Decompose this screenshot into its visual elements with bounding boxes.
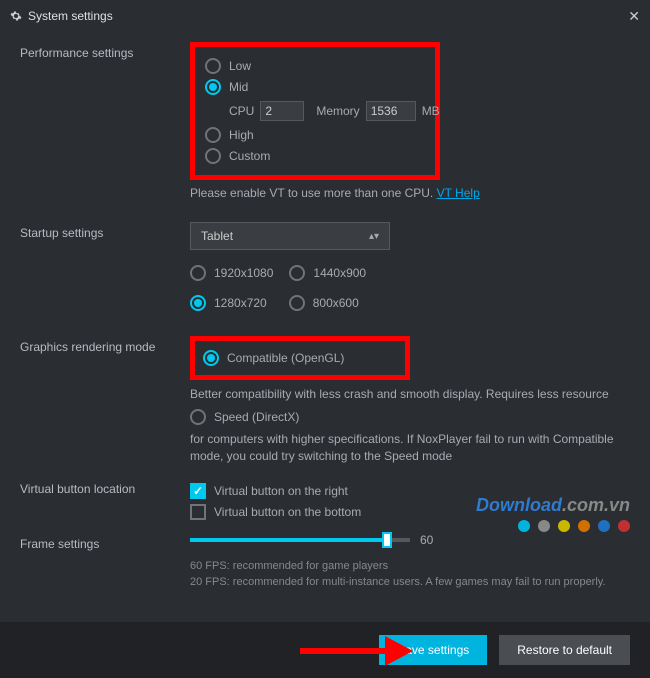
watermark: Download.com.vn (476, 495, 630, 532)
speed-label: Speed (DirectX) (214, 410, 299, 424)
watermark-dot (618, 520, 630, 532)
compatible-label: Compatible (OpenGL) (227, 351, 344, 365)
checkbox-vb-right[interactable] (190, 483, 206, 499)
compatible-desc: Better compatibility with less crash and… (190, 386, 630, 403)
res-800-label: 800x600 (313, 296, 359, 310)
radio-res-1280[interactable] (190, 295, 206, 311)
speed-desc: for computers with higher specifications… (190, 431, 630, 465)
radio-custom[interactable] (205, 148, 221, 164)
watermark-text1: Download (476, 495, 562, 515)
graphics-label: Graphics rendering mode (20, 336, 190, 470)
watermark-dot (598, 520, 610, 532)
window-title: System settings (28, 9, 113, 23)
watermark-dots (518, 520, 630, 532)
cpu-label: CPU (229, 104, 254, 118)
memory-unit: MB (422, 104, 440, 118)
fps-note-60: 60 FPS: recommended for game players (190, 559, 630, 574)
radio-mid-label: Mid (229, 80, 248, 94)
radio-compatible[interactable] (203, 350, 219, 366)
memory-label: Memory (316, 104, 359, 118)
radio-low[interactable] (205, 58, 221, 74)
graphics-highlight-box: Compatible (OpenGL) (190, 336, 410, 380)
restore-button[interactable]: Restore to default (499, 635, 630, 665)
radio-high[interactable] (205, 127, 221, 143)
checkbox-vb-bottom[interactable] (190, 504, 206, 520)
vb-right-label: Virtual button on the right (214, 484, 348, 498)
footer: Save settings Restore to default (0, 622, 650, 678)
slider-thumb[interactable] (382, 532, 392, 548)
res-1280-label: 1280x720 (214, 296, 267, 310)
titlebar: System settings ✕ (0, 0, 650, 32)
watermark-dot (518, 520, 530, 532)
fps-note-20: 20 FPS: recommended for multi-instance u… (190, 575, 630, 590)
radio-mid[interactable] (205, 79, 221, 95)
watermark-dot (538, 520, 550, 532)
radio-res-800[interactable] (289, 295, 305, 311)
vt-help-link[interactable]: VT Help (437, 186, 480, 200)
fps-slider[interactable] (190, 538, 410, 542)
radio-low-label: Low (229, 59, 251, 73)
radio-custom-label: Custom (229, 149, 270, 163)
performance-label: Performance settings (20, 42, 190, 214)
memory-input[interactable] (366, 101, 416, 121)
startup-label: Startup settings (20, 222, 190, 328)
chevron-updown-icon: ▴▾ (369, 231, 379, 242)
radio-res-1440[interactable] (289, 265, 305, 281)
save-button[interactable]: Save settings (379, 635, 487, 665)
startup-select[interactable]: Tablet ▴▾ (190, 222, 390, 250)
res-1920-label: 1920x1080 (214, 266, 273, 280)
radio-high-label: High (229, 128, 254, 142)
res-1440-label: 1440x900 (313, 266, 366, 280)
cpu-input[interactable] (260, 101, 304, 121)
vb-bottom-label: Virtual button on the bottom (214, 505, 361, 519)
radio-speed[interactable] (190, 409, 206, 425)
watermark-text2: .com.vn (562, 495, 630, 515)
virtual-label: Virtual button location (20, 478, 190, 525)
performance-highlight-box: Low Mid CPU Memory MB High (190, 42, 440, 180)
startup-selected: Tablet (201, 229, 233, 243)
fps-value: 60 (420, 533, 433, 547)
gear-icon (10, 10, 22, 22)
radio-res-1920[interactable] (190, 265, 206, 281)
watermark-dot (558, 520, 570, 532)
frame-label: Frame settings (20, 533, 190, 590)
vt-hint: Please enable VT to use more than one CP… (190, 186, 433, 200)
watermark-dot (578, 520, 590, 532)
close-icon[interactable]: ✕ (628, 8, 640, 25)
